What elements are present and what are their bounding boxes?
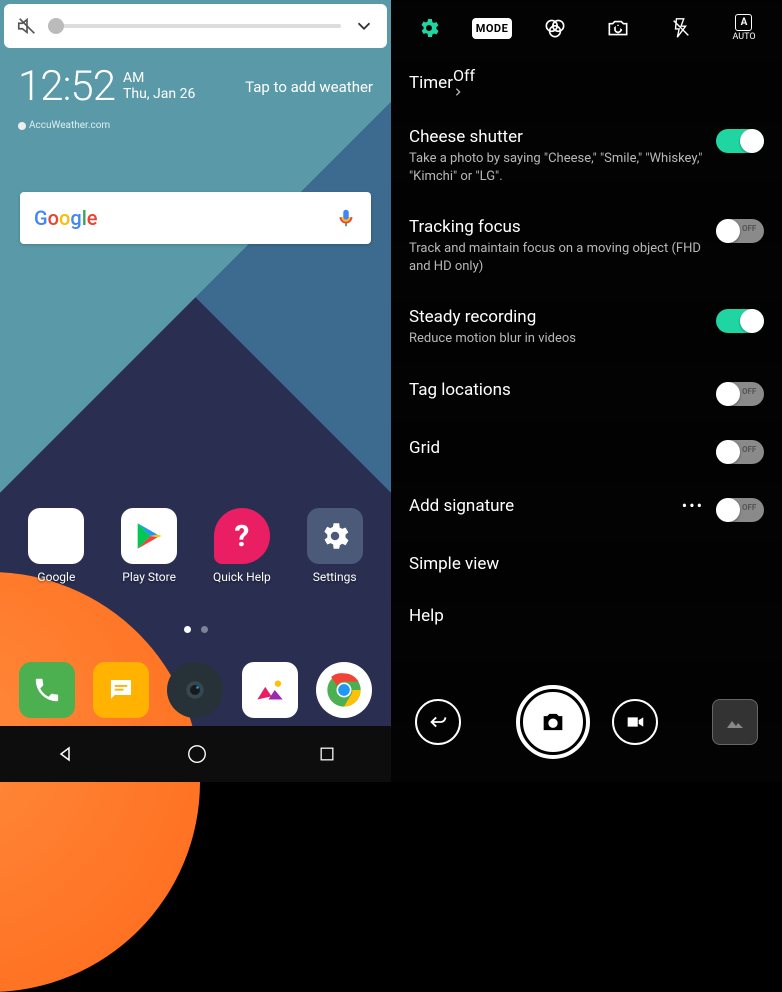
volume-panel: [4, 4, 387, 48]
toggle-switch[interactable]: OFF: [716, 382, 764, 406]
google-logo: Google: [34, 206, 98, 230]
camera-settings-icon[interactable]: [407, 16, 451, 40]
dock-camera[interactable]: [160, 662, 230, 718]
accuweather-label: AccuWeather.com: [29, 120, 110, 131]
camera-back-button[interactable]: [415, 699, 461, 745]
add-weather-prompt[interactable]: Tap to add weather: [245, 78, 373, 96]
mode-label: MODE: [472, 18, 513, 39]
camera-bottom-bar: [391, 662, 782, 782]
camera-icon: [539, 708, 567, 736]
google-search-bar[interactable]: Google: [20, 192, 371, 244]
toggle-switch[interactable]: OFF: [716, 440, 764, 464]
setting-title: Tracking focus: [409, 217, 704, 237]
chevron-right-icon: [453, 85, 463, 99]
back-button[interactable]: [54, 742, 78, 766]
dock-gallery[interactable]: [235, 662, 305, 718]
camera-topbar: MODE A AUTO: [391, 0, 782, 56]
setting-title: Tag locations: [409, 380, 704, 400]
home-screen: 12:52 AM Thu, Jan 26 Tap to add weather …: [0, 0, 391, 782]
mode-button[interactable]: MODE: [470, 18, 514, 39]
toggle-switch[interactable]: OFF: [716, 498, 764, 522]
app-label: Play Store: [122, 570, 176, 584]
mic-icon[interactable]: [335, 207, 357, 229]
toggle-switch[interactable]: OFF: [716, 219, 764, 243]
setting-title: Grid: [409, 438, 704, 458]
setting-title: Simple view: [409, 554, 764, 574]
app-quick-help[interactable]: ? Quick Help: [207, 508, 277, 584]
auto-mode-button[interactable]: A AUTO: [722, 14, 766, 42]
app-play-store[interactable]: Play Store: [114, 508, 184, 584]
clock-weather-widget[interactable]: 12:52 AM Thu, Jan 26 Tap to add weather: [18, 62, 373, 111]
setting-help[interactable]: Help: [409, 590, 764, 642]
setting-title: Add signature: [409, 496, 670, 516]
setting-simple-view[interactable]: Simple view: [409, 538, 764, 590]
page-indicator[interactable]: [0, 626, 391, 633]
shutter-button[interactable]: [516, 685, 590, 759]
setting-add-signature[interactable]: Add signature ••• OFF: [409, 480, 764, 538]
setting-subtitle: Take a photo by saying "Cheese," "Smile,…: [409, 150, 704, 185]
clock-time: 12:52: [18, 62, 115, 111]
accuweather-attribution: AccuWeather.com: [18, 120, 110, 131]
setting-title: Cheese shutter: [409, 127, 704, 147]
video-record-button[interactable]: [612, 699, 658, 745]
app-google-folder[interactable]: Google: [21, 508, 91, 584]
toggle-switch[interactable]: ON: [716, 129, 764, 153]
auto-label: AUTO: [732, 32, 755, 42]
app-settings[interactable]: Settings: [300, 508, 370, 584]
system-navbar: [0, 726, 391, 782]
setting-title: Help: [409, 606, 764, 626]
setting-timer[interactable]: Timer Off: [409, 60, 764, 111]
auto-letter: A: [735, 14, 752, 31]
setting-cheese-shutter[interactable]: Cheese shutter Take a photo by saying "C…: [409, 111, 764, 201]
dock-phone[interactable]: [12, 662, 82, 718]
dock-chrome[interactable]: [309, 662, 379, 718]
flash-icon[interactable]: [659, 17, 703, 39]
clock-date: Thu, Jan 26: [123, 87, 195, 102]
setting-subtitle: Reduce motion blur in videos: [409, 330, 704, 348]
setting-tag-locations[interactable]: Tag locations OFF: [409, 364, 764, 422]
accuweather-icon: [18, 122, 26, 130]
camera-settings-screen: MODE A AUTO Timer Off Cheese shu: [391, 0, 782, 782]
home-button[interactable]: [186, 743, 208, 765]
gallery-thumbnail[interactable]: [712, 699, 758, 745]
mute-icon: [16, 15, 38, 37]
dock: [0, 662, 391, 718]
filter-icon[interactable]: [533, 15, 577, 41]
switch-camera-icon[interactable]: [596, 15, 640, 41]
recents-button[interactable]: [317, 744, 337, 764]
setting-steady-recording[interactable]: Steady recording Reduce motion blur in v…: [409, 291, 764, 364]
more-icon[interactable]: •••: [682, 496, 704, 515]
dock-messages[interactable]: [86, 662, 156, 718]
app-label: Google: [37, 570, 75, 584]
volume-slider[interactable]: [50, 24, 341, 28]
clock-ampm: AM: [123, 71, 195, 86]
setting-title: Timer: [409, 73, 453, 93]
chevron-down-icon[interactable]: [353, 15, 375, 37]
setting-tracking-focus[interactable]: Tracking focus Track and maintain focus …: [409, 201, 764, 291]
toggle-switch[interactable]: ON: [716, 309, 764, 333]
setting-title: Steady recording: [409, 307, 704, 327]
app-label: Quick Help: [213, 570, 271, 584]
app-row: Google Play Store ? Quick Help Settings: [0, 508, 391, 584]
setting-value: Off: [453, 66, 475, 85]
setting-grid[interactable]: Grid OFF: [409, 422, 764, 480]
camera-settings-list[interactable]: Timer Off Cheese shutter Take a photo by…: [391, 56, 782, 642]
setting-subtitle: Track and maintain focus on a moving obj…: [409, 240, 704, 275]
app-label: Settings: [313, 570, 357, 584]
